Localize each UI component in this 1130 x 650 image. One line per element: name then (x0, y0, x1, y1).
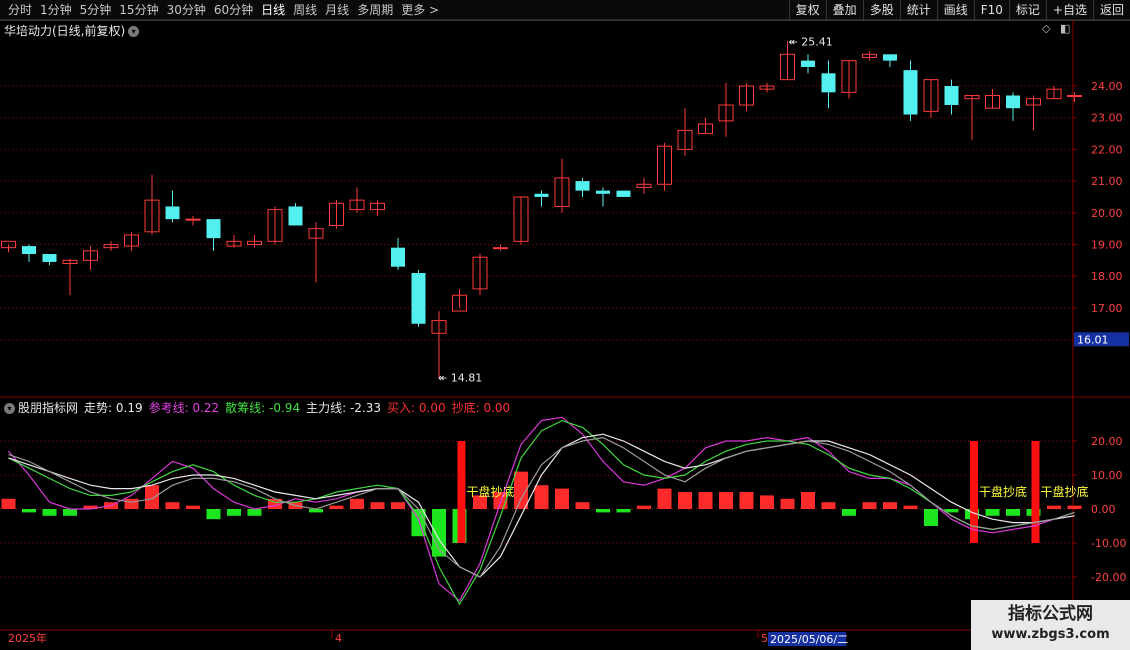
candle-body-down (22, 246, 36, 255)
histogram-bar (42, 509, 57, 516)
candle-body-down (616, 190, 631, 197)
histogram-bar (801, 492, 815, 509)
buy-signal-bar (970, 441, 978, 543)
indicator-tick-label: 10.00 (1091, 469, 1123, 482)
candle-body-up (185, 218, 201, 221)
histogram-bar (862, 502, 877, 509)
indicator-tick-label: -20.00 (1091, 571, 1126, 584)
histogram-bar (575, 502, 590, 509)
histogram-bar (329, 505, 344, 509)
candle-body-down (42, 254, 57, 262)
histogram-bar (760, 495, 774, 509)
histogram-bar (596, 509, 610, 513)
time-label-april: 4 (335, 632, 342, 645)
watermark-title: 指标公式网 (1008, 604, 1093, 624)
histogram-bar (1, 498, 16, 509)
histogram-bar (206, 509, 221, 520)
histogram-bar (678, 492, 692, 509)
candle-body-down (575, 181, 590, 191)
histogram-bar (739, 492, 754, 509)
histogram-bar (186, 505, 200, 509)
price-tick-label: 17.00 (1091, 302, 1123, 315)
histogram-bar (842, 509, 856, 516)
histogram-bar (719, 492, 733, 509)
candle-body-down (883, 54, 897, 61)
price-tick-label: 21.00 (1091, 175, 1123, 188)
histogram-bar (1047, 505, 1061, 509)
histogram-bar (22, 509, 36, 513)
candle-body-down (411, 273, 426, 324)
histogram-bar (1067, 505, 1082, 509)
candle-body-down (821, 73, 836, 93)
kline-chart[interactable]: 24.00 23.00 22.00 21.00 20.00 19.00 18.00 17.00… (0, 0, 1130, 650)
candle-body-down (944, 86, 959, 106)
candle-body-up (1067, 95, 1082, 98)
buy-signal-bar (457, 441, 466, 543)
histogram-bar (985, 509, 1000, 516)
price-tick-label: 19.00 (1091, 239, 1123, 252)
price-tick-label: 24.00 (1091, 80, 1123, 93)
histogram-bar (165, 502, 180, 509)
site-watermark: 指标公式网 www.zbgs3.com (971, 600, 1130, 650)
histogram-bar (883, 502, 897, 509)
indicator-tick-label: 20.00 (1091, 435, 1123, 448)
candle-body-down (1006, 95, 1020, 109)
histogram-bar (145, 485, 159, 509)
price-tick-label: 18.00 (1091, 270, 1123, 283)
histogram-bar (780, 498, 795, 509)
histogram-bar (821, 502, 836, 509)
high-price-label: ↞ 25.41 (789, 35, 833, 48)
candle-body-down (801, 60, 815, 67)
histogram-bar (903, 505, 918, 509)
buy-signal-label: 干盘抄底 (979, 484, 1027, 499)
watermark-url: www.zbgs3.com (991, 627, 1110, 642)
histogram-bar (350, 498, 364, 509)
time-label-may: 5 (761, 632, 768, 645)
candle-body-down (534, 193, 549, 197)
indicator-tick-label: -10.00 (1091, 537, 1126, 550)
indicator-tick-label: 0.00 (1091, 503, 1116, 516)
buy-signal-bar (1031, 441, 1040, 543)
histogram-bar (555, 488, 569, 509)
candle-body-down (391, 247, 405, 267)
price-tick-label: 23.00 (1091, 112, 1123, 125)
candle-body-down (288, 206, 303, 226)
histogram-bar (924, 509, 938, 526)
histogram-bar (637, 505, 651, 509)
low-price-label: ↞ 14.81 (438, 371, 482, 384)
price-tick-label: 20.00 (1091, 207, 1123, 220)
cursor-date-label: 2025/05/06/二 (770, 633, 848, 646)
current-price-label: 16.01 (1077, 333, 1109, 346)
histogram-bar (370, 502, 385, 509)
histogram-bar (227, 509, 241, 516)
time-label-year: 2025年 (8, 631, 47, 645)
histogram-bar (616, 509, 631, 513)
histogram-bar (124, 498, 139, 509)
histogram-bar (1006, 509, 1020, 516)
buy-signal-label: 干盘抄底 (1041, 484, 1089, 499)
price-tick-label: 22.00 (1091, 143, 1123, 156)
histogram-bar (63, 509, 77, 516)
histogram-bar (657, 488, 672, 509)
histogram-bar (698, 492, 713, 509)
histogram-bar (411, 509, 426, 537)
candle-body-down (903, 70, 918, 115)
histogram-bar (534, 485, 549, 509)
candle-body-up (493, 247, 508, 250)
histogram-bar (247, 509, 262, 516)
candle-body-down (165, 206, 180, 220)
histogram-bar (391, 502, 405, 509)
candle-body-down (206, 219, 221, 239)
candle-body-down (596, 190, 610, 194)
